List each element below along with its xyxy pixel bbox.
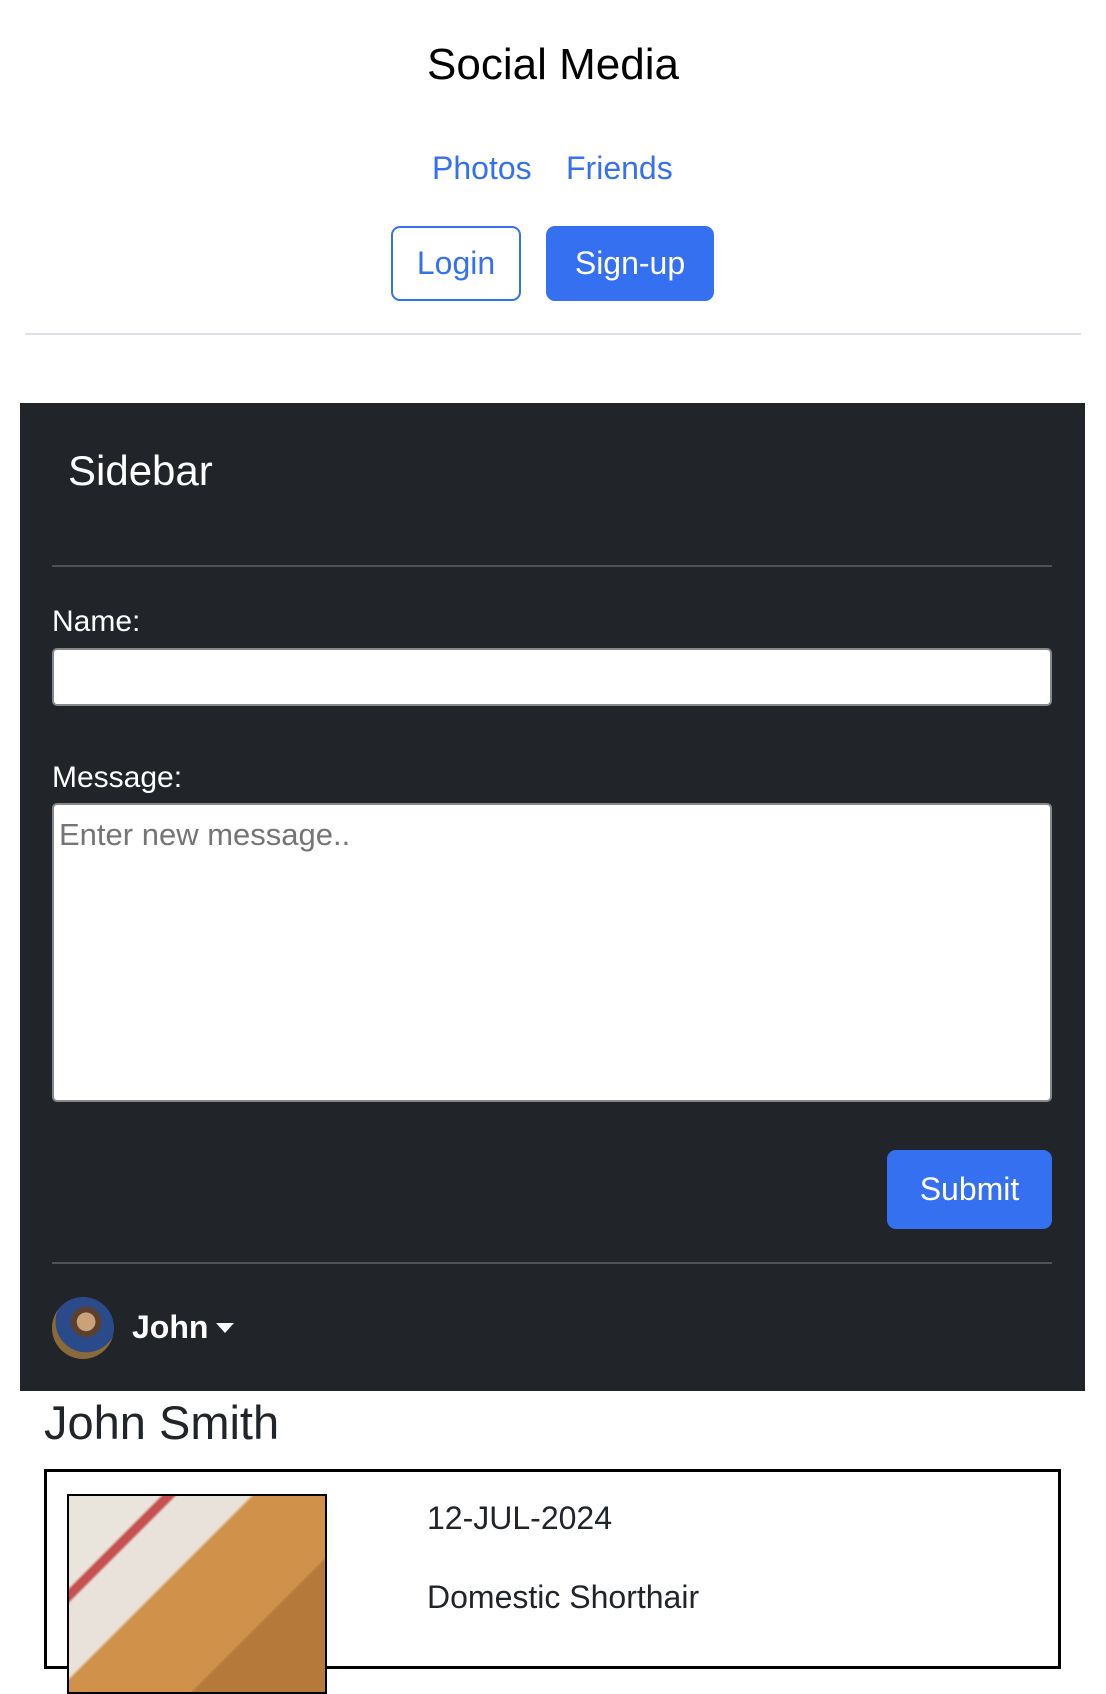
divider xyxy=(52,565,1052,567)
avatar[interactable] xyxy=(52,1297,114,1359)
profile-name: John Smith xyxy=(44,1396,280,1449)
user-dropdown[interactable]: John xyxy=(132,1309,235,1346)
nav-photos[interactable]: Photos xyxy=(432,150,532,187)
post-card: 12-JUL-2024 Domestic Shorthair xyxy=(44,1469,1061,1694)
post-date: 12-JUL-2024 xyxy=(427,1500,612,1536)
post-breed: Domestic Shorthair xyxy=(427,1579,700,1615)
submit-button[interactable]: Submit xyxy=(887,1150,1052,1229)
name-label: Name: xyxy=(52,605,141,638)
sidebar-title: Sidebar xyxy=(68,447,213,494)
login-button[interactable]: Login xyxy=(391,226,521,301)
site-title: Social Media xyxy=(427,40,679,89)
caret-down-icon xyxy=(216,1322,235,1333)
name-input[interactable] xyxy=(52,648,1052,706)
message-textarea[interactable] xyxy=(52,803,1052,1102)
divider xyxy=(25,333,1081,335)
sidebar: Sidebar Name: Message: Submit John xyxy=(20,403,1085,1391)
divider xyxy=(52,1262,1052,1264)
nav-friends[interactable]: Friends xyxy=(566,150,673,187)
cat-photo xyxy=(67,1494,327,1694)
user-name: John xyxy=(132,1309,209,1345)
message-label: Message: xyxy=(52,761,183,794)
signup-button[interactable]: Sign-up xyxy=(546,226,714,301)
